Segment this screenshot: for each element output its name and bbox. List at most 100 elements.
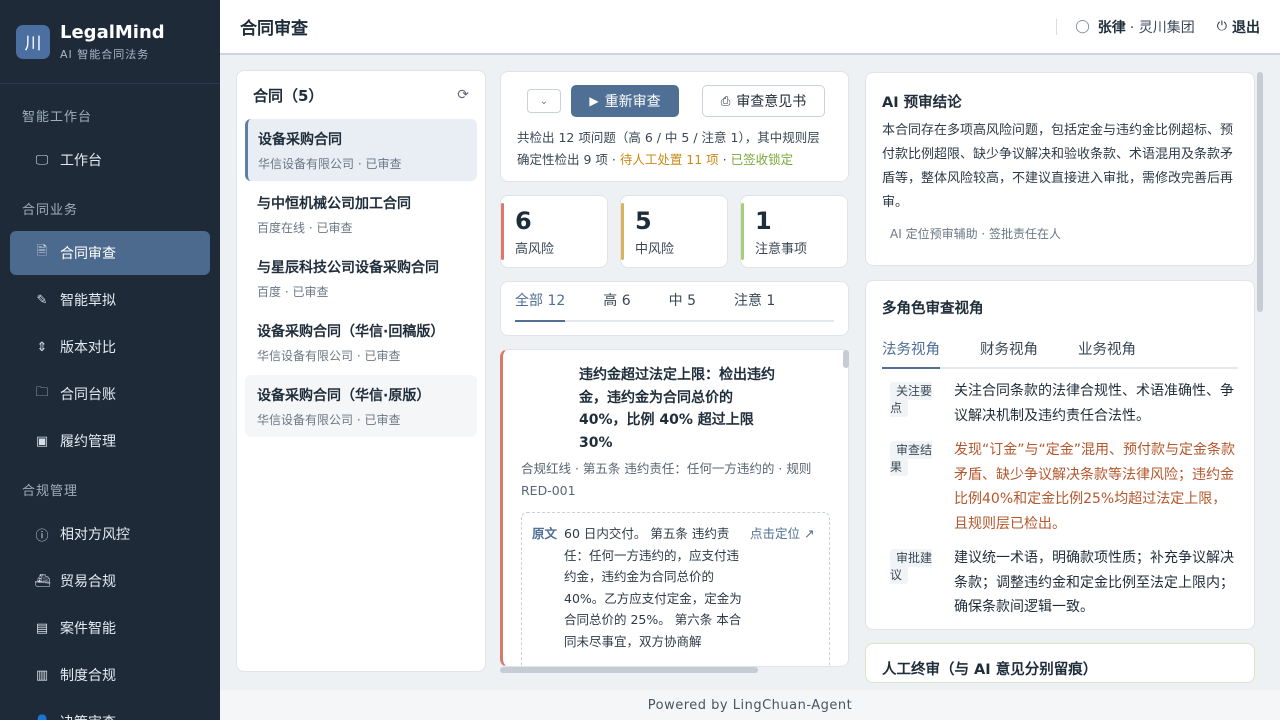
role-row: 关注要点 关注合同条款的法律合规性、术语准确性、争议解决机制及违约责任合法性。 xyxy=(882,379,1238,428)
recheck-label: 重新审查 xyxy=(604,94,661,110)
summary-separator: · xyxy=(718,152,731,167)
pending-count: 待人工处置 11 项 xyxy=(619,152,719,167)
sidebar-item-label: 合同审查 xyxy=(60,246,116,262)
issue-filter-tabs: 全部 12 高 6 中 5 注意 1 xyxy=(500,281,849,336)
sidebar-item-workbench[interactable]: 🖵 工作台 xyxy=(10,138,210,182)
sidebar-item-decision-review[interactable]: 👤 决策审查 xyxy=(10,700,210,720)
contract-item[interactable]: 与中恒机械公司加工合同 百度在线 · 已审查 xyxy=(245,183,477,245)
stat-mid-risk[interactable]: 5 中风险 xyxy=(620,195,728,268)
final-review-title: 人工终审（与 AI 意见分别留痕） xyxy=(882,662,1098,678)
review-summary: 共检出 12 项问题（高 6 / 中 5 / 注意 1），其中规则层确定性检出 … xyxy=(517,127,832,171)
issue-list-scrollbar[interactable] xyxy=(843,350,849,368)
stat-high-risk[interactable]: 6 高风险 xyxy=(500,195,608,268)
stat-number: 5 xyxy=(635,207,652,235)
role-row: 审查结果 发现“订金”与“定金”混用、预付款与定金条款矛盾、缺少争议解决条款等法… xyxy=(882,438,1238,536)
tab-high[interactable]: 高 6 xyxy=(603,290,630,320)
sidebar-item-version-compare[interactable]: ⇕ 版本对比 xyxy=(10,325,210,369)
nav-section-title: 合同业务 xyxy=(22,202,79,218)
brand-subtitle: AI 智能合同法务 xyxy=(60,47,150,61)
issue-horizontal-scrollbar[interactable] xyxy=(500,667,758,673)
sidebar-item-label: 相对方风控 xyxy=(60,527,130,543)
pen-icon: ✎ xyxy=(36,292,48,308)
tab-all[interactable]: 全部 12 xyxy=(515,290,566,322)
contract-name: 与星辰科技公司设备采购合同 xyxy=(257,260,439,276)
print-icon: ⎙ xyxy=(720,93,731,108)
folder-icon: 🗀 xyxy=(35,385,49,400)
roles-title: 多角色审查视角 xyxy=(882,301,984,317)
contract-name: 与中恒机械公司加工合同 xyxy=(257,196,411,212)
contract-meta: 华信设备有限公司 · 已审查 xyxy=(257,349,401,363)
contract-name: 设备采购合同（华信·原版） xyxy=(257,388,431,404)
stat-number: 1 xyxy=(755,207,772,235)
source-quote: 原文 60 日内交付。 第五条 违约责任：任何一方违约的，应支付违约金，违约金为… xyxy=(521,512,830,666)
contract-item[interactable]: 与星辰科技公司设备采购合同 百度 · 已审查 xyxy=(245,247,477,309)
opinion-label: 审查意见书 xyxy=(736,94,807,110)
tab-mid[interactable]: 中 5 xyxy=(669,290,696,320)
ai-conclusion-card: AI 预审结论 本合同存在多项高风险问题，包括定金与违约金比例超标、预付款比例超… xyxy=(865,72,1255,266)
sidebar-item-counterparty-risk[interactable]: ⓘ 相对方风控 xyxy=(10,512,210,556)
contract-item[interactable]: 设备采购合同（华信·回稿版） 华信设备有限公司 · 已审查 xyxy=(245,311,477,373)
page-title: 合同审查 xyxy=(240,19,308,39)
tab-legal-view[interactable]: 法务视角 xyxy=(882,338,940,369)
role-row-label: 审查结果 xyxy=(890,441,933,476)
role-row-text: 关注合同条款的法律合规性、术语准确性、争议解决机制及违约责任合法性。 xyxy=(954,383,1234,424)
ai-footnote: AI 定位预审辅助 · 签批责任在人 xyxy=(890,227,1062,241)
tab-finance-view[interactable]: 财务视角 xyxy=(980,338,1038,367)
top-header: 合同审查 ◯ 张律 · 灵川集团 ⏻ 退出 xyxy=(220,0,1280,55)
sidebar-item-label: 决策审查 xyxy=(60,712,116,720)
review-toolbar: ⌄ ▶ 重新审查 ⎙ 审查意见书 共检出 12 项问题（高 6 / 中 5 / … xyxy=(500,71,849,182)
user-icon: ◯ xyxy=(1075,19,1090,34)
contract-item[interactable]: 设备采购合同（华信·原版） 华信设备有限公司 · 已审查 xyxy=(245,375,477,437)
tab-note[interactable]: 注意 1 xyxy=(734,290,775,320)
compare-icon: ⇕ xyxy=(36,339,48,355)
clipboard-icon: ▣ xyxy=(35,433,49,449)
user-org: · 灵川集团 xyxy=(1129,19,1195,36)
quote-text: 60 日内交付。 第五条 违约责任：任何一方违约的，应支付违约金，违约金为合同总… xyxy=(564,526,742,649)
document-check-icon: 🗎 xyxy=(36,244,48,259)
sidebar: 川 LegalMind AI 智能合同法务 智能工作台 🖵 工作台 合同业务 🗎… xyxy=(0,0,220,720)
sidebar-item-case-intel[interactable]: ▤ 案件智能 xyxy=(10,606,210,650)
building-icon: ▥ xyxy=(35,667,49,683)
issue-meta: 合规红线 · 第五条 违约责任：任何一方违约的 · 规则 RED-001 xyxy=(521,461,812,498)
stat-label: 注意事项 xyxy=(755,242,808,257)
role-perspective-card: 多角色审查视角 法务视角 财务视角 业务视角 关注要点 关注合同条款的法律合规性… xyxy=(865,280,1255,630)
recheck-button[interactable]: ▶ 重新审查 xyxy=(571,85,679,117)
brand: 川 LegalMind AI 智能合同法务 xyxy=(0,0,220,84)
logout-button[interactable]: 退出 xyxy=(1232,17,1260,37)
issue-card[interactable]: 违约金超过法定上限：检出违约金，违约金为合同总价的 40%，比例 40% 超过上… xyxy=(500,349,849,667)
opinion-button[interactable]: ⎙ 审查意见书 xyxy=(702,85,825,117)
refresh-icon[interactable]: ⟳ xyxy=(457,87,469,103)
right-panel-scrollbar[interactable] xyxy=(1257,72,1263,312)
stat-label: 中风险 xyxy=(635,242,675,257)
sidebar-item-smart-draft[interactable]: ✎ 智能草拟 xyxy=(10,278,210,322)
contract-name: 设备采购合同（华信·回稿版） xyxy=(257,324,445,340)
ai-title: AI 预审结论 xyxy=(882,95,962,111)
sidebar-item-policy-compliance[interactable]: ▥ 制度合规 xyxy=(10,653,210,697)
sidebar-item-label: 履约管理 xyxy=(60,434,116,450)
nav-section-title: 合规管理 xyxy=(22,483,79,499)
ship-icon: ⛴ xyxy=(34,573,51,589)
version-dropdown[interactable]: ⌄ xyxy=(527,89,561,113)
sidebar-item-label: 贸易合规 xyxy=(60,574,116,590)
sidebar-item-label: 版本对比 xyxy=(60,340,116,356)
contract-item[interactable]: 设备采购合同 华信设备有限公司 · 已审查 xyxy=(245,119,477,181)
sidebar-item-contract-ledger[interactable]: 🗀 合同台账 xyxy=(10,372,210,416)
stat-label: 高风险 xyxy=(515,242,555,257)
ai-text: 本合同存在多项高风险问题，包括定金与违约金比例超标、预付款比例超限、缺少争议解决… xyxy=(882,123,1234,210)
stat-number: 6 xyxy=(515,207,532,235)
logo-icon: 川 xyxy=(16,24,50,59)
sidebar-item-trade-compliance[interactable]: ⛴ 贸易合规 xyxy=(10,559,210,603)
power-icon[interactable]: ⏻ xyxy=(1217,19,1227,34)
sidebar-item-label: 工作台 xyxy=(60,153,102,169)
role-row-label: 关注要点 xyxy=(890,382,933,417)
alert-circle-icon: ⓘ xyxy=(35,528,49,544)
tab-business-view[interactable]: 业务视角 xyxy=(1078,338,1136,367)
brand-title: LegalMind xyxy=(60,21,165,43)
stat-notes[interactable]: 1 注意事项 xyxy=(740,195,848,268)
locate-link[interactable]: 点击定位 ↗ xyxy=(750,523,814,666)
sidebar-item-label: 制度合规 xyxy=(60,668,116,684)
user-name: 张律 xyxy=(1097,19,1126,36)
sidebar-item-contract-review[interactable]: 🗎 合同审查 xyxy=(10,231,210,275)
sidebar-item-performance[interactable]: ▣ 履约管理 xyxy=(10,419,210,463)
locked-status: 已签收锁定 xyxy=(730,152,794,167)
